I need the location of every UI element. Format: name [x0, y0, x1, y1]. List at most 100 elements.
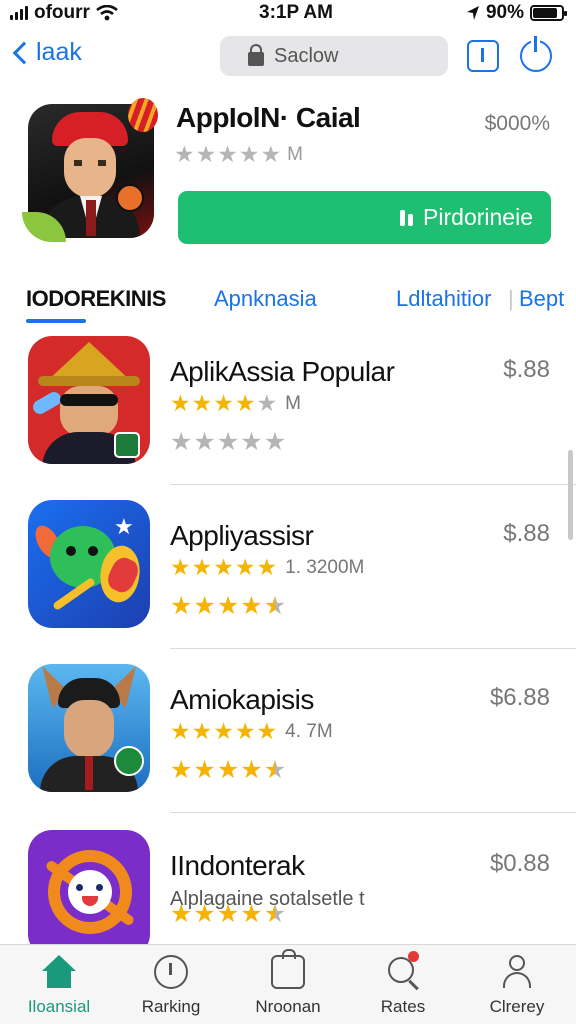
star-icon: ★	[174, 141, 195, 167]
star-icon: ★	[191, 718, 213, 744]
featured-app-title[interactable]: AppIolN· Caial	[176, 102, 361, 134]
app-icon	[28, 336, 150, 464]
rating-stars: ★ ★ ★ ★ ★	[170, 902, 286, 927]
rating-stars: ★ ★ ★ ★ ★	[170, 392, 277, 415]
tab-3[interactable]: Ldltahitior	[396, 286, 491, 312]
rating-stars: ★ ★ ★ ★ ★	[170, 556, 277, 579]
divider	[170, 484, 576, 485]
power-icon[interactable]	[520, 36, 552, 72]
rating-count: M	[287, 143, 303, 165]
star-icon: ★	[213, 390, 234, 416]
tab-1[interactable]: IODOREKINIS	[26, 286, 166, 312]
tabbar-label: Rates	[380, 997, 426, 1016]
app-name: AplikAssia Popular	[170, 356, 395, 387]
rating-count: M	[285, 392, 301, 414]
tabbar-label: Clrerey	[489, 997, 545, 1016]
star-icon: ★	[263, 428, 287, 456]
active-tab-indicator	[26, 319, 86, 323]
list-item[interactable]: Amiokapisis $6.88 ★ ★ ★ ★ ★ 4. 7M ★ ★ ★ ★ ★	[0, 664, 576, 824]
app-price: $6.88	[489, 684, 550, 711]
app-name: IIndonterak	[170, 850, 305, 881]
category-tabs: IODOREKINIS Apnknasia Ldltahitior | Bept	[0, 286, 576, 326]
star-icon: ★	[263, 756, 287, 784]
scrollbar[interactable]	[568, 450, 573, 540]
star-icon: ★	[234, 390, 256, 416]
secondary-rating: ★ ★ ★ ★ ★	[170, 430, 286, 455]
tab-4[interactable]: Bept	[519, 286, 564, 312]
star-icon: ★	[263, 592, 287, 620]
app-price: $0.88	[489, 850, 550, 877]
star-icon: ★	[170, 756, 193, 784]
back-button[interactable]: laak	[10, 38, 82, 67]
signal-icon	[10, 6, 28, 20]
featured-app-icon[interactable]	[22, 98, 158, 242]
star-icon: ★	[191, 390, 213, 416]
location-arrow-icon	[466, 6, 479, 20]
status-bar: ofourr 3:1P AM 90%	[0, 0, 576, 26]
wifi-icon	[96, 5, 118, 21]
app-icon	[28, 664, 150, 792]
star-icon: ★	[170, 592, 193, 620]
app-name: Amiokapisis	[170, 684, 314, 715]
star-icon: ★	[170, 554, 191, 580]
secondary-rating: ★ ★ ★ ★ ★	[170, 758, 286, 783]
list-item[interactable]: AplikAssia Popular $.88 ★ ★ ★ ★ ★ M ★ ★ ★ ★ ★	[0, 336, 576, 496]
star-icon: ★	[263, 900, 287, 928]
star-icon: ★	[213, 718, 234, 744]
tab-2[interactable]: Apnknasia	[214, 286, 317, 312]
star-icon: ★	[260, 141, 282, 167]
download-icon	[400, 209, 414, 226]
get-app-button-label: Pirdorineie	[423, 204, 533, 230]
rating-stars: ★ ★ ★ ★ ★	[170, 720, 277, 743]
rating-stars: ★ ★ ★ ★ ★	[170, 758, 286, 783]
app-icon	[28, 830, 150, 958]
secondary-rating: ★ ★ ★ ★ ★	[170, 594, 286, 619]
clock-icon	[154, 955, 188, 989]
search-text: Saclow	[274, 44, 339, 67]
star-icon: ★	[240, 592, 263, 620]
back-label: laak	[36, 38, 82, 66]
status-left: ofourr	[10, 2, 118, 24]
star-icon: ★	[213, 554, 234, 580]
star-icon: ★	[193, 756, 216, 784]
star-icon: ★	[240, 756, 263, 784]
chevron-left-icon	[12, 41, 36, 64]
divider	[170, 648, 576, 649]
star-icon: ★	[216, 428, 240, 456]
list-item[interactable]: ★ Appliyassisr $.88 ★ ★ ★ ★ ★ 1. 3200M ★ ★ ★ ★ ★	[0, 500, 576, 660]
star-icon: ★	[191, 554, 213, 580]
clock-time: 3:1P AM	[259, 2, 333, 23]
app-icon: ★	[28, 500, 150, 628]
star-icon: ★	[193, 592, 216, 620]
star-icon: ★	[170, 900, 193, 928]
tabbar-label: Iloansial	[27, 997, 91, 1016]
star-icon: ★	[256, 554, 278, 580]
star-icon: ★	[216, 900, 240, 928]
get-app-button[interactable]: Pirdorineie	[178, 191, 551, 244]
person-icon	[500, 955, 534, 989]
bag-icon	[271, 949, 305, 989]
star-icon: ★	[195, 141, 217, 167]
star-icon: ★	[217, 141, 238, 167]
battery-icon	[530, 5, 567, 21]
app-price: $.88	[503, 520, 550, 547]
share-icon[interactable]	[467, 40, 499, 72]
search-icon	[386, 951, 420, 991]
star-icon: ★	[170, 428, 193, 456]
secondary-rating: ★ ★ ★ ★ ★	[170, 902, 286, 927]
featured-app-price: $000%	[484, 112, 550, 135]
star-icon: ★	[256, 718, 278, 744]
featured-app-rating: ★ ★ ★ ★ ★ M	[174, 143, 303, 166]
tabbar-label: Rarking	[141, 997, 201, 1016]
lock-icon	[248, 43, 264, 66]
rating-stars: ★ ★ ★ ★ ★	[174, 143, 281, 166]
nav-bar: laak Saclow	[0, 34, 576, 80]
rating-count: 4. 7M	[285, 720, 333, 742]
star-icon: ★	[193, 900, 216, 928]
status-right: 90%	[466, 2, 567, 24]
app-rating: ★ ★ ★ ★ ★ 1. 3200M	[170, 556, 364, 579]
star-icon: ★	[193, 428, 216, 456]
search-field[interactable]: Saclow	[220, 36, 448, 76]
rating-count: 1. 3200M	[285, 556, 365, 578]
app-name: Appliyassisr	[170, 520, 314, 551]
